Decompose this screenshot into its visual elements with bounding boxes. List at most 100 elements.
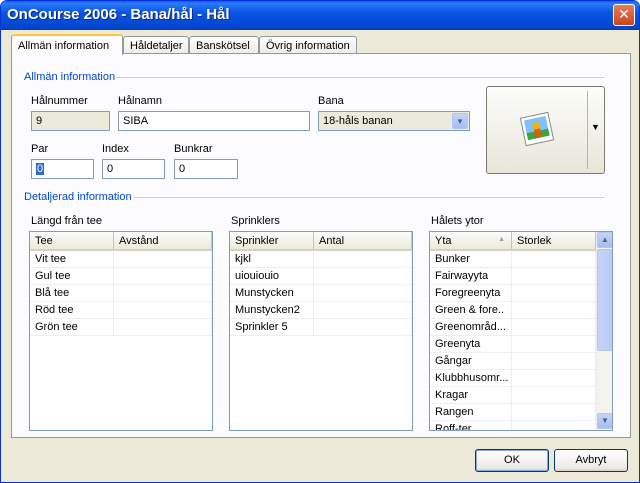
tab-haldetaljer[interactable]: Håldetaljer (123, 36, 189, 54)
sprinkler-row[interactable]: Sprinkler 5 (230, 319, 412, 336)
hole-number-label: Hålnummer (31, 95, 88, 107)
general-divider (116, 77, 604, 78)
sprinkler-row[interactable]: Munstycken2 (230, 302, 412, 319)
tee-row-value-cell[interactable] (114, 285, 212, 302)
image-menu-arrow-icon[interactable]: ▼ (591, 122, 600, 132)
surface-row-name-cell: Klubbhusomr... (430, 370, 512, 387)
hole-name-field[interactable]: SIBA (118, 111, 310, 131)
count-column-header[interactable]: Antal (314, 232, 412, 251)
surface-row[interactable]: Foregreenyta (430, 285, 596, 302)
surface-row-value-cell[interactable] (512, 353, 596, 370)
tee-column-header[interactable]: Tee (30, 232, 114, 251)
surface-row-value-cell[interactable] (512, 268, 596, 285)
ok-button[interactable]: OK (475, 449, 549, 472)
tab-ovrig-information[interactable]: Övrig information (259, 36, 357, 54)
tee-row-value-cell[interactable] (114, 268, 212, 285)
scroll-down-button[interactable]: ▼ (597, 413, 612, 429)
area-column-label: Yta (435, 235, 452, 247)
surface-grid-scrollbar[interactable]: ▲ ▼ (596, 232, 612, 430)
surface-row-value-cell[interactable] (512, 421, 596, 430)
surface-row[interactable]: Klubbhusomr... (430, 370, 596, 387)
hole-image-button[interactable]: ▼ (486, 86, 605, 174)
sprinkler-row-name-cell: Munstycken (230, 285, 314, 302)
bunkers-label: Bunkrar (174, 143, 213, 155)
surface-row-value-cell[interactable] (512, 387, 596, 404)
surface-row[interactable]: Greenområd... (430, 319, 596, 336)
area-column-header[interactable]: Yta ▲ (430, 232, 512, 251)
hole-number-field[interactable]: 9 (31, 111, 110, 131)
scroll-down-icon: ▼ (601, 416, 609, 425)
tee-row-name-cell: Röd tee (30, 302, 114, 319)
surface-row[interactable]: Roff-ter (430, 421, 596, 430)
surface-row[interactable]: Rangen (430, 404, 596, 421)
course-select[interactable]: 18-håls banan ▼ (318, 111, 470, 131)
window-title: OnCourse 2006 - Bana/hål - Hål (7, 6, 230, 23)
surface-row[interactable]: Gångar (430, 353, 596, 370)
tee-row-name-cell: Blå tee (30, 285, 114, 302)
surface-row[interactable]: Bunker (430, 251, 596, 268)
sprinkler-row-value-cell[interactable] (314, 268, 412, 285)
sprinkler-group-title: Sprinklers (231, 215, 280, 227)
tab-label: Övrig information (266, 40, 350, 52)
surface-row-name-cell: Greenområd... (430, 319, 512, 336)
tee-row-value-cell[interactable] (114, 251, 212, 268)
surface-row-value-cell[interactable] (512, 404, 596, 421)
sprinkler-row-value-cell[interactable] (314, 319, 412, 336)
tee-row-value-cell[interactable] (114, 302, 212, 319)
sprinkler-row[interactable]: uiouiouio (230, 268, 412, 285)
tee-row[interactable]: Blå tee (30, 285, 212, 302)
sprinkler-grid: Sprinkler Antal kjkl uiouiouio Munstycken M… (229, 231, 413, 431)
sprinkler-row-value-cell[interactable] (314, 251, 412, 268)
scroll-thumb[interactable] (597, 249, 612, 351)
surface-row[interactable]: Kragar (430, 387, 596, 404)
tab-banskotsel[interactable]: Banskötsel (189, 36, 259, 54)
surface-grid: Yta ▲ Storlek Bunker Fairwayyta Foregreeny… (429, 231, 613, 431)
distance-column-header[interactable]: Avstånd (114, 232, 212, 251)
close-icon: ✕ (618, 7, 630, 23)
tab-allman-information[interactable]: Allmän information (11, 34, 123, 55)
tee-row-name-cell: Grön tee (30, 319, 114, 336)
par-field[interactable]: 0 (31, 159, 94, 179)
tee-row[interactable]: Röd tee (30, 302, 212, 319)
index-label: Index (102, 143, 129, 155)
surface-row[interactable]: Greenyta (430, 336, 596, 353)
detail-divider (134, 197, 604, 198)
cancel-button[interactable]: Avbryt (554, 449, 628, 472)
surface-row-name-cell: Green & fore.. (430, 302, 512, 319)
surface-row-value-cell[interactable] (512, 319, 596, 336)
close-button[interactable]: ✕ (613, 4, 635, 26)
sprinkler-row[interactable]: kjkl (230, 251, 412, 268)
surface-row-value-cell[interactable] (512, 251, 596, 268)
surface-row-value-cell[interactable] (512, 336, 596, 353)
tee-row-value-cell[interactable] (114, 319, 212, 336)
tab-label: Banskötsel (196, 40, 250, 52)
surface-row-name-cell: Roff-ter (430, 421, 512, 430)
surface-row-value-cell[interactable] (512, 370, 596, 387)
surface-row-value-cell[interactable] (512, 302, 596, 319)
index-field[interactable]: 0 (102, 159, 165, 179)
sprinkler-row-name-cell: Sprinkler 5 (230, 319, 314, 336)
sprinkler-row-name-cell: uiouiouio (230, 268, 314, 285)
tee-row[interactable]: Grön tee (30, 319, 212, 336)
surface-row-value-cell[interactable] (512, 285, 596, 302)
sprinkler-row-value-cell[interactable] (314, 302, 412, 319)
surface-row[interactable]: Green & fore.. (430, 302, 596, 319)
chevron-down-icon[interactable]: ▼ (452, 113, 468, 129)
sprinkler-row-value-cell[interactable] (314, 285, 412, 302)
tee-row[interactable]: Vit tee (30, 251, 212, 268)
title-bar[interactable]: OnCourse 2006 - Bana/hål - Hål ✕ (1, 1, 639, 30)
sprinkler-row[interactable]: Munstycken (230, 285, 412, 302)
tee-row[interactable]: Gul tee (30, 268, 212, 285)
bunkers-field[interactable]: 0 (174, 159, 238, 179)
sprinkler-column-header[interactable]: Sprinkler (230, 232, 314, 251)
size-column-header[interactable]: Storlek (512, 232, 596, 251)
surface-row[interactable]: Fairwayyta (430, 268, 596, 285)
tab-panel: Allmän information Hålnummer 9 Hålnamn S… (11, 53, 631, 438)
surface-row-name-cell: Bunker (430, 251, 512, 268)
surface-row-name-cell: Foregreenyta (430, 285, 512, 302)
sprinkler-row-name-cell: kjkl (230, 251, 314, 268)
surface-group-title: Hålets ytor (431, 215, 484, 227)
hole-name-label: Hålnamn (118, 95, 163, 107)
dialog-window: OnCourse 2006 - Bana/hål - Hål ✕ Allmän … (0, 0, 640, 483)
scroll-up-button[interactable]: ▲ (597, 232, 612, 248)
